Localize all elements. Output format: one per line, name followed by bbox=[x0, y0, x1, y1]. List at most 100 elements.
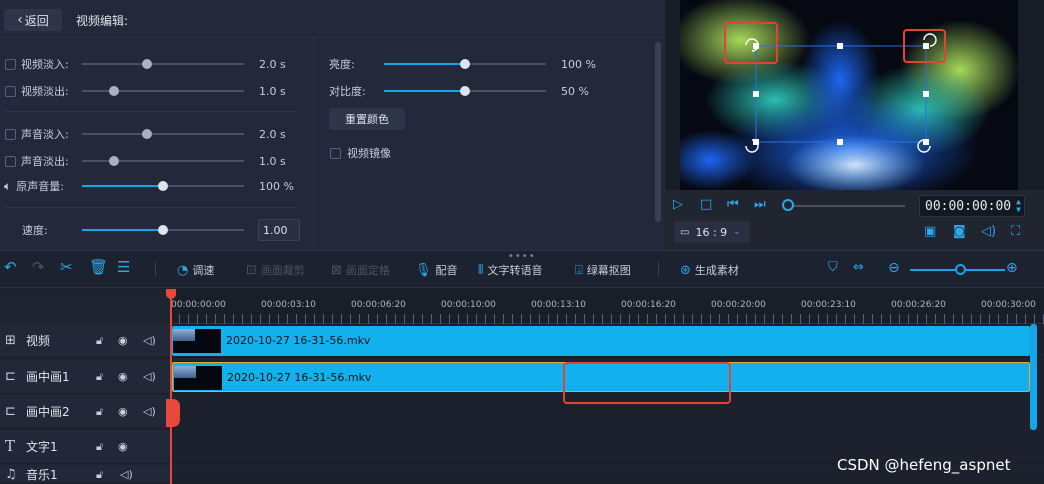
speaker-icon[interactable]: ◁) bbox=[120, 469, 133, 480]
dub-tool-label: 配音 bbox=[435, 264, 458, 277]
fit-width-icon[interactable]: ⇔ bbox=[853, 261, 864, 274]
video-fade-in-checkbox[interactable] bbox=[5, 58, 16, 70]
highlight-pip-clip bbox=[563, 362, 731, 404]
slider-knob[interactable] bbox=[158, 225, 168, 235]
track-header-music1: ♫ 音乐1 🔓︎ ◁) bbox=[0, 465, 170, 484]
audio-fade-out-checkbox[interactable] bbox=[5, 155, 16, 167]
crop-tool[interactable]: ⊡ 画面裁剪 bbox=[246, 262, 305, 278]
crop-icon: ⊡ bbox=[246, 262, 257, 278]
playback-slider[interactable] bbox=[793, 205, 905, 207]
lock-icon[interactable]: 🔓︎ bbox=[96, 441, 103, 452]
camera-icon[interactable]: ◙ bbox=[953, 225, 966, 238]
video-clip[interactable]: 2020-10-27 16-31-56.mkv bbox=[172, 326, 1030, 356]
generate-material-tool[interactable]: ⊛ 生成素材 bbox=[680, 262, 739, 278]
drag-handle[interactable]: •••• bbox=[508, 251, 536, 262]
clip-thumbnail bbox=[174, 366, 222, 390]
pip-icon: ⊏ bbox=[5, 404, 16, 419]
clip-thumbnail bbox=[173, 329, 221, 353]
freeze-frame-tool[interactable]: ⊠ 画面定格 bbox=[331, 262, 390, 278]
zoom-in-icon[interactable]: ⊕ bbox=[1006, 261, 1018, 275]
audio-fade-in-value: 2.0 s bbox=[259, 128, 286, 141]
slider-knob[interactable] bbox=[109, 156, 120, 166]
video-fade-out-label: 视频淡出: bbox=[21, 85, 69, 98]
eye-icon[interactable]: ◉ bbox=[118, 441, 128, 452]
audio-fade-in-checkbox[interactable] bbox=[5, 128, 16, 140]
speaker-icon[interactable]: ◁) bbox=[143, 371, 156, 382]
ruler-label: 00:00:26:20 bbox=[891, 300, 946, 310]
slider-knob[interactable] bbox=[141, 129, 152, 139]
generate-icon: ⊛ bbox=[680, 262, 691, 278]
delete-icon[interactable]: 🗑︎ bbox=[89, 260, 108, 275]
speaker-icon[interactable]: ◁) bbox=[143, 335, 156, 346]
playhead-handle[interactable] bbox=[166, 399, 180, 427]
zoom-out-icon[interactable]: ⊖ bbox=[888, 261, 900, 275]
zoom-knob[interactable] bbox=[955, 264, 966, 275]
reset-color-button[interactable]: 重置颜色 bbox=[329, 108, 405, 130]
slider-knob[interactable] bbox=[460, 86, 470, 96]
slider-knob[interactable] bbox=[109, 86, 120, 96]
aspect-ratio-select[interactable]: ▭ 16 : 9 ⌄ bbox=[674, 221, 750, 243]
track-header-pip1: ⊏ 画中画1 🔓︎ ◉ ◁) bbox=[0, 360, 170, 394]
speed-input[interactable]: 1.00 bbox=[258, 219, 300, 241]
slider-knob[interactable] bbox=[460, 59, 470, 69]
eye-icon[interactable]: ◉ bbox=[118, 406, 128, 417]
track-name: 文字1 bbox=[26, 440, 58, 454]
volume-icon[interactable]: ◁) bbox=[981, 225, 996, 238]
contrast-slider[interactable] bbox=[384, 84, 546, 98]
video-fade-out-checkbox[interactable] bbox=[5, 85, 16, 97]
brightness-slider[interactable] bbox=[384, 57, 546, 71]
slider-knob[interactable] bbox=[141, 59, 152, 69]
lock-icon[interactable]: 🔓︎ bbox=[96, 469, 103, 480]
fullscreen-icon[interactable]: ⛶ bbox=[1011, 225, 1020, 238]
original-volume-slider[interactable] bbox=[82, 179, 244, 193]
redo-icon[interactable]: ↷ bbox=[32, 260, 45, 275]
cut-icon[interactable]: ✂ bbox=[60, 260, 73, 275]
eye-icon[interactable]: ◉ bbox=[118, 371, 128, 382]
previous-frame-icon[interactable]: ⏮︎ bbox=[727, 198, 739, 211]
timeline-scrollbar[interactable] bbox=[1030, 324, 1037, 430]
playhead-top[interactable] bbox=[166, 289, 176, 299]
lock-icon[interactable]: 🔓︎ bbox=[96, 371, 103, 382]
aspect-ratio-value: 16 : 9 bbox=[695, 225, 728, 239]
video-fade-out-row: 视频淡出: bbox=[5, 81, 69, 101]
mirror-checkbox[interactable] bbox=[330, 147, 341, 159]
lock-icon[interactable]: 🔓︎ bbox=[96, 335, 103, 346]
toolbar-divider bbox=[155, 262, 156, 276]
play-icon[interactable]: ▷ bbox=[673, 198, 683, 211]
ruler-label: 00:00:00:00 bbox=[171, 300, 226, 310]
playhead[interactable] bbox=[170, 289, 172, 484]
back-button[interactable]: ‹ 返回 bbox=[4, 9, 62, 31]
green-screen-tool[interactable]: ⍗ 绿幕抠图 bbox=[575, 262, 631, 278]
contrast-label: 对比度: bbox=[329, 85, 366, 98]
speed-slider[interactable] bbox=[82, 223, 244, 237]
speaker-icon[interactable]: 🔈︎ bbox=[4, 179, 11, 194]
brightness-value: 100 % bbox=[561, 58, 596, 71]
audio-fade-in-slider[interactable] bbox=[82, 127, 244, 141]
speaker-icon[interactable]: ◁) bbox=[143, 406, 156, 417]
original-volume-row: 🔈︎ 原声音量: bbox=[4, 176, 64, 196]
toolbar-divider bbox=[658, 262, 659, 276]
audio-fade-out-slider[interactable] bbox=[82, 154, 244, 168]
eye-icon[interactable]: ◉ bbox=[118, 335, 128, 346]
video-fade-in-slider[interactable] bbox=[82, 57, 244, 71]
stop-icon[interactable]: □ bbox=[700, 198, 712, 211]
slider-knob[interactable] bbox=[158, 181, 168, 191]
timecode-value: 00:00:00:00 bbox=[925, 199, 1012, 214]
speed-tool[interactable]: ◔ 调速 bbox=[177, 262, 214, 278]
shield-icon[interactable]: ⛉ bbox=[828, 261, 838, 274]
timecode-spinner-icon[interactable]: ▲ ▼ bbox=[1016, 198, 1021, 214]
timecode-field[interactable]: 00:00:00:00 ▲ ▼ bbox=[919, 195, 1025, 217]
track-header-text1: T 文字1 🔓︎ ◉ bbox=[0, 430, 170, 464]
video-fade-out-slider[interactable] bbox=[82, 84, 244, 98]
lock-icon[interactable]: 🔓︎ bbox=[96, 406, 103, 417]
text-to-speech-tool[interactable]: ⫴ 文字转语音 bbox=[478, 262, 542, 278]
playback-knob[interactable] bbox=[782, 199, 794, 211]
next-frame-icon[interactable]: ⏭︎ bbox=[754, 198, 766, 211]
pip-icon: ⊏ bbox=[5, 369, 16, 384]
edit-panel-scrollbar[interactable] bbox=[655, 42, 661, 222]
undo-icon[interactable]: ↶ bbox=[4, 260, 17, 275]
dub-tool[interactable]: 🎙︎ 配音 bbox=[415, 262, 458, 278]
track-name: 画中画2 bbox=[26, 405, 70, 419]
pip-settings-icon[interactable]: ▣ bbox=[924, 225, 936, 238]
settings-icon[interactable]: ☰ bbox=[117, 260, 130, 275]
